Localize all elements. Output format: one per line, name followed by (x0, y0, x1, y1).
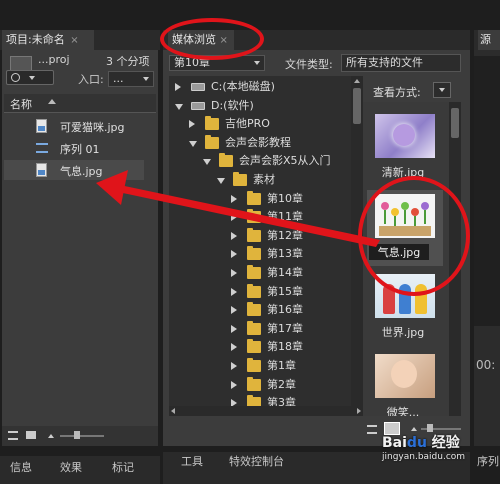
arrow-shaft (118, 185, 380, 247)
arrowhead (96, 170, 128, 205)
annotation-arrow (96, 170, 380, 247)
